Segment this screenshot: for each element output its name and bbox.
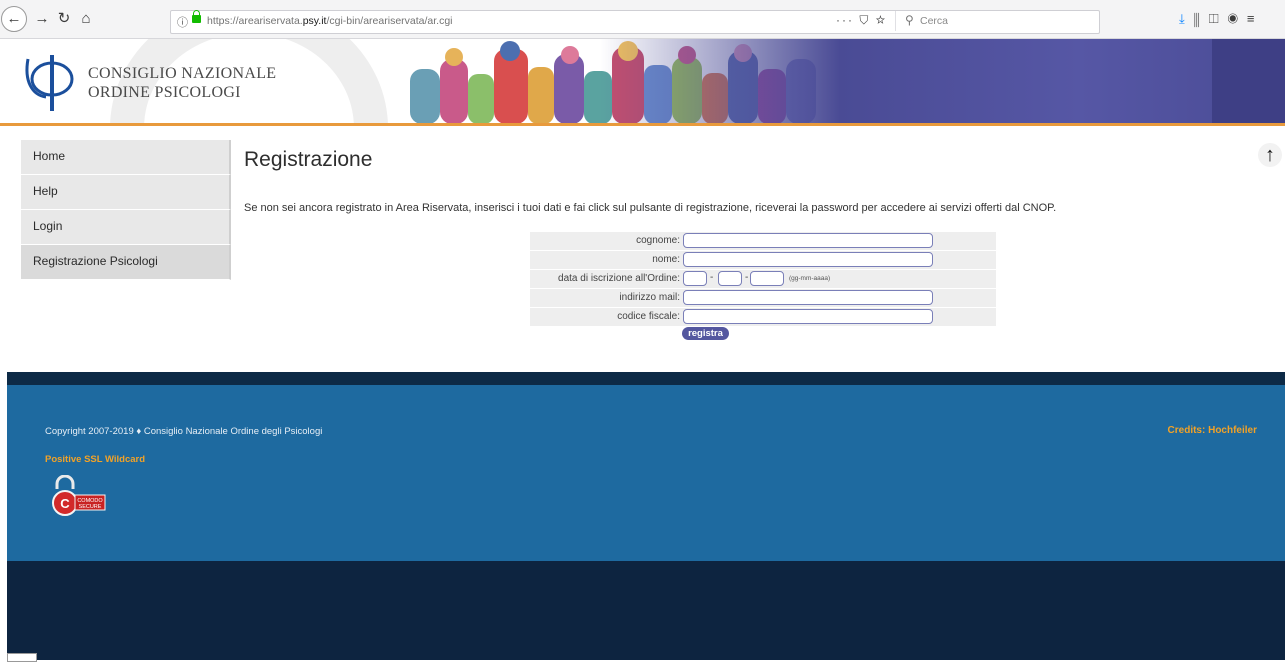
date-separator: - [710, 272, 714, 283]
search-placeholder: Cerca [920, 15, 949, 27]
search-input[interactable]: ⚲ Cerca [895, 11, 1099, 31]
back-icon[interactable]: ← [1, 6, 27, 32]
registra-button[interactable]: registra [682, 327, 729, 340]
comodo-secure-seal-icon[interactable]: C COMODO SECURE [47, 475, 111, 517]
library-icon[interactable]: ⫼ [1194, 11, 1209, 26]
menu-icon[interactable]: ≡ [1247, 11, 1264, 26]
url-bar[interactable]: ⓘ https://areariservata.psy.it/cgi-bin/a… [170, 10, 1100, 34]
sidebar-icon[interactable]: ◫ [1209, 11, 1228, 26]
nome-input[interactable] [683, 252, 933, 267]
header-stripe [1212, 39, 1285, 124]
form-row-email: indirizzo mail: [530, 289, 996, 307]
reload-icon[interactable]: ↻ [54, 9, 74, 29]
codice-fiscale-label: codice fiscale: [617, 311, 680, 322]
svg-text:C: C [60, 496, 70, 511]
scroll-top-icon[interactable]: ↑ [1258, 143, 1282, 167]
data-label: data di iscrizione all'Ordine: [558, 273, 680, 284]
home-icon[interactable]: ⌂ [76, 9, 96, 29]
cognome-label: cognome: [636, 235, 680, 246]
registration-form: cognome: nome: data di iscrizione all'Or… [530, 232, 996, 327]
sidebar-nav: Home Help Login Registrazione Psicologi [21, 140, 231, 280]
url-text[interactable]: https://areariservata.psy.it/cgi-bin/are… [207, 15, 453, 27]
nome-label: nome: [652, 254, 680, 265]
sidebar-item-home[interactable]: Home [21, 140, 231, 175]
account-icon[interactable]: ◉ [1228, 11, 1247, 26]
credits-link[interactable]: Credits: Hochfeiler [1168, 425, 1257, 436]
forward-icon[interactable]: → [32, 9, 52, 29]
year-input[interactable] [750, 271, 784, 286]
date-separator: - [745, 272, 749, 283]
month-input[interactable] [718, 271, 742, 286]
toolbar-icons: ⤓⫼◫◉≡ [1179, 11, 1264, 27]
email-input[interactable] [683, 290, 933, 305]
lock-icon [192, 10, 201, 23]
org-name: CONSIGLIO NAZIONALE ORDINE PSICOLOGI [88, 64, 276, 102]
footer-bottom-band [7, 561, 1285, 660]
codice-fiscale-input[interactable] [683, 309, 933, 324]
status-tooltip [7, 653, 37, 662]
page-title: Registrazione [244, 148, 373, 171]
intro-text: Se non sei ancora registrato in Area Ris… [244, 202, 1057, 214]
seal-text-2: SECURE [79, 504, 102, 510]
org-name-line1: CONSIGLIO NAZIONALE [88, 65, 277, 82]
site-header: CONSIGLIO NAZIONALE ORDINE PSICOLOGI [0, 39, 1285, 124]
info-icon[interactable]: ⓘ [177, 14, 188, 30]
form-row-data: data di iscrizione all'Ordine: - - (gg-m… [530, 270, 996, 288]
cognome-input[interactable] [683, 233, 933, 248]
sidebar-item-login[interactable]: Login [21, 210, 231, 245]
date-hint: (gg-mm-aaaa) [789, 275, 831, 282]
download-icon[interactable]: ⤓ [1179, 11, 1194, 26]
page-actions-icon[interactable]: ··· ⛉ ☆ [836, 13, 887, 28]
form-row-cf: codice fiscale: [530, 308, 996, 326]
psi-logo-icon[interactable] [22, 51, 78, 113]
sidebar-item-help[interactable]: Help [21, 175, 231, 210]
header-gradient [600, 39, 1285, 124]
header-divider [0, 123, 1285, 126]
ssl-link[interactable]: Positive SSL Wildcard [45, 454, 145, 465]
copyright-text: Copyright 2007-2019 ♦ Consiglio Nazional… [45, 426, 323, 437]
day-input[interactable] [683, 271, 707, 286]
footer: Copyright 2007-2019 ♦ Consiglio Nazional… [7, 385, 1285, 561]
search-icon: ⚲ [905, 13, 914, 27]
form-row-nome: nome: [530, 251, 996, 269]
footer-top-band [7, 372, 1285, 385]
org-name-line2: ORDINE PSICOLOGI [88, 84, 241, 101]
email-label: indirizzo mail: [619, 292, 680, 303]
browser-toolbar: ← → ↻ ⌂ ⓘ https://areariservata.psy.it/c… [0, 0, 1285, 39]
form-row-cognome: cognome: [530, 232, 996, 250]
sidebar-item-registrazione[interactable]: Registrazione Psicologi [21, 245, 231, 280]
